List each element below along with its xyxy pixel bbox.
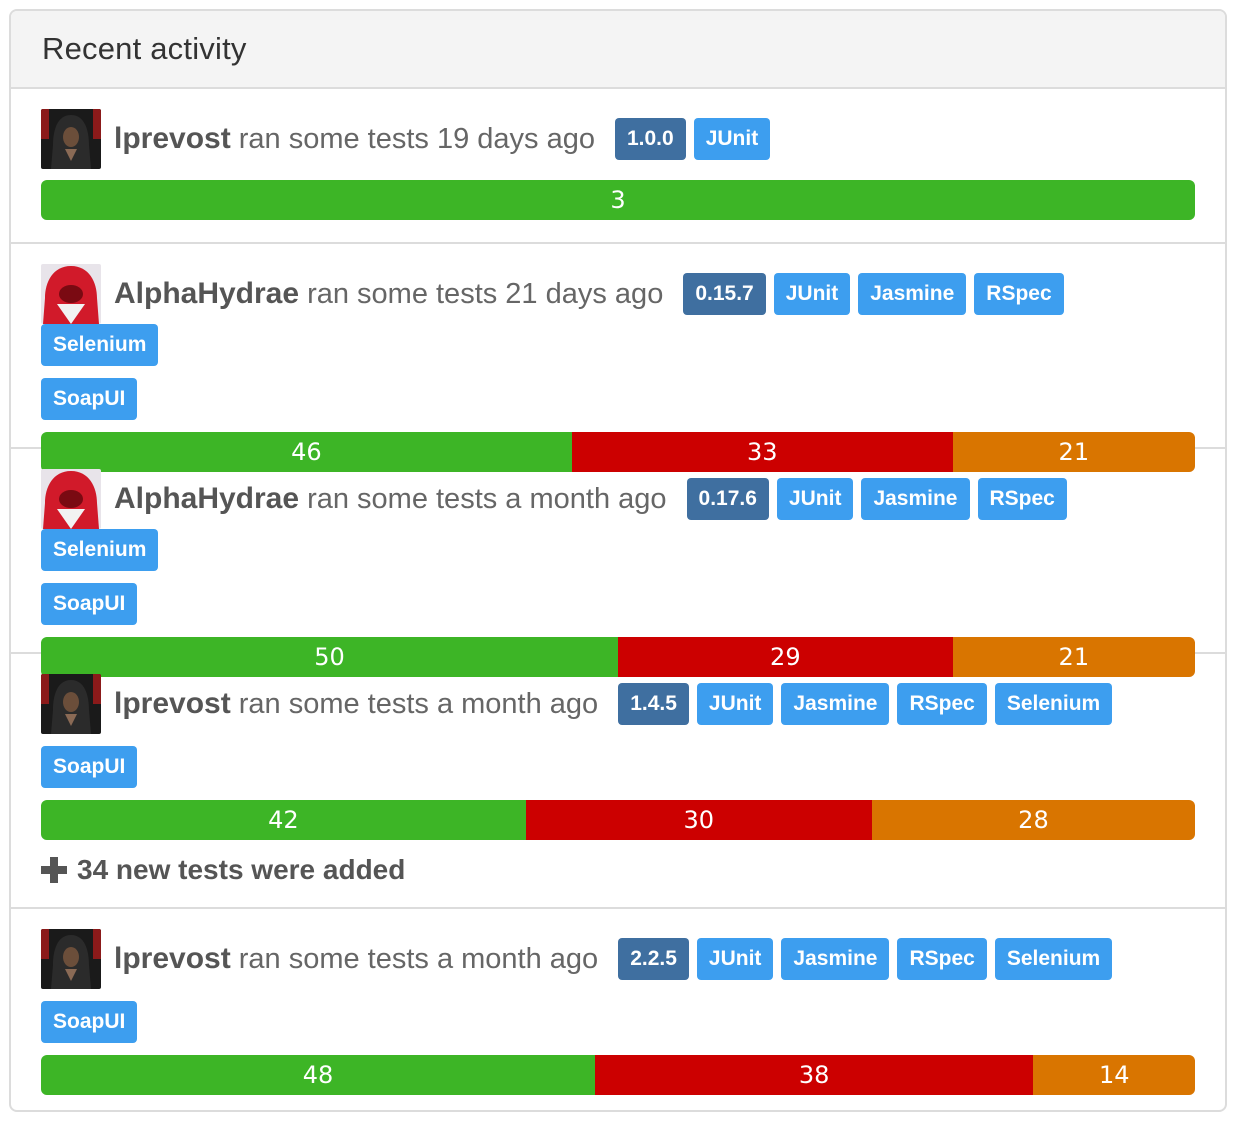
tag-badge[interactable]: RSpec bbox=[897, 938, 987, 980]
plus-icon bbox=[41, 857, 67, 883]
tag-badge[interactable]: Jasmine bbox=[858, 273, 967, 315]
panel-header: Recent activity bbox=[11, 11, 1225, 89]
skipped-segment[interactable]: 21 bbox=[952, 432, 1195, 472]
activity-header: AlphaHydrae ran some tests a month ago 0… bbox=[41, 469, 1195, 571]
activity-item: AlphaHydrae ran some tests a month ago 0… bbox=[11, 449, 1225, 677]
skipped-segment[interactable]: 28 bbox=[871, 800, 1195, 840]
passed-segment[interactable]: 48 bbox=[41, 1055, 595, 1095]
activity-action-text: ran some tests 19 days ago bbox=[238, 122, 595, 155]
new-tests-note-text: 34 new tests were added bbox=[77, 854, 406, 885]
failed-segment[interactable]: 30 bbox=[525, 800, 872, 840]
activity-action-text: ran some tests 21 days ago bbox=[307, 277, 664, 310]
test-results-bar: 3 bbox=[41, 180, 1195, 220]
tag-badge[interactable]: JUnit bbox=[776, 478, 854, 520]
activity-header: lprevost ran some tests a month ago 1.4.… bbox=[41, 674, 1195, 734]
activity-user-link[interactable]: AlphaHydrae bbox=[114, 277, 299, 311]
activity-item: lprevost ran some tests a month ago 1.4.… bbox=[11, 654, 1225, 909]
tag-badge[interactable]: Selenium bbox=[41, 529, 159, 571]
panel-title: Recent activity bbox=[42, 31, 247, 66]
tag-row: SoapUI bbox=[41, 746, 1195, 788]
tag-row: SoapUI bbox=[41, 583, 1195, 625]
activity-item: lprevost ran some tests 19 days ago 1.0.… bbox=[11, 89, 1225, 244]
tag-badge[interactable]: Jasmine bbox=[861, 478, 970, 520]
tag-badge[interactable]: JUnit bbox=[773, 273, 851, 315]
dark-hooded-figure-avatar[interactable] bbox=[41, 929, 101, 989]
activity-item: lprevost ran some tests a month ago 2.2.… bbox=[11, 909, 1225, 1110]
tag-badge[interactable]: RSpec bbox=[974, 273, 1064, 315]
tag-badge[interactable]: SoapUI bbox=[41, 378, 138, 420]
tag-row: SoapUI bbox=[41, 1001, 1195, 1043]
activity-action-text: ran some tests a month ago bbox=[238, 942, 599, 975]
skipped-segment[interactable]: 21 bbox=[952, 637, 1195, 677]
new-tests-note: 34 new tests were added bbox=[41, 854, 1195, 886]
tag-row: SoapUI bbox=[41, 378, 1195, 420]
failed-segment[interactable]: 29 bbox=[618, 637, 953, 677]
version-badge[interactable]: 1.4.5 bbox=[618, 683, 689, 725]
test-results-bar: 50 29 21 bbox=[41, 637, 1195, 677]
activity-user-link[interactable]: lprevost bbox=[114, 687, 231, 721]
tag-badge[interactable]: SoapUI bbox=[41, 1001, 138, 1043]
activity-action-text: ran some tests a month ago bbox=[307, 482, 667, 515]
version-badge[interactable]: 0.15.7 bbox=[683, 273, 766, 315]
activity-header: lprevost ran some tests 19 days ago 1.0.… bbox=[41, 109, 1195, 169]
skipped-segment[interactable]: 14 bbox=[1033, 1055, 1195, 1095]
tag-badge[interactable]: JUnit bbox=[693, 118, 771, 160]
tag-badge[interactable]: SoapUI bbox=[41, 583, 138, 625]
activity-header: lprevost ran some tests a month ago 2.2.… bbox=[41, 929, 1195, 989]
recent-activity-panel: Recent activity lprevost ran some tests … bbox=[9, 9, 1227, 1112]
activity-user-link[interactable]: lprevost bbox=[114, 942, 231, 976]
tag-badge[interactable]: JUnit bbox=[696, 683, 774, 725]
test-results-bar: 46 33 21 bbox=[41, 432, 1195, 472]
passed-segment[interactable]: 3 bbox=[41, 180, 1195, 220]
test-results-bar: 42 30 28 bbox=[41, 800, 1195, 840]
tag-badge[interactable]: JUnit bbox=[696, 938, 774, 980]
passed-segment[interactable]: 46 bbox=[41, 432, 572, 472]
red-hooded-figure-avatar[interactable] bbox=[41, 264, 101, 324]
tag-badge[interactable]: Selenium bbox=[994, 938, 1113, 980]
test-results-bar: 48 38 14 bbox=[41, 1055, 1195, 1095]
version-badge[interactable]: 2.2.5 bbox=[618, 938, 689, 980]
tag-badge[interactable]: Jasmine bbox=[781, 938, 890, 980]
failed-segment[interactable]: 38 bbox=[594, 1055, 1034, 1095]
activity-action-text: ran some tests a month ago bbox=[238, 687, 599, 720]
dark-hooded-figure-avatar[interactable] bbox=[41, 109, 101, 169]
activity-item: AlphaHydrae ran some tests 21 days ago 0… bbox=[11, 244, 1225, 472]
tag-badge[interactable]: Jasmine bbox=[781, 683, 890, 725]
version-badge[interactable]: 0.17.6 bbox=[686, 478, 769, 520]
tag-badge[interactable]: Selenium bbox=[41, 324, 159, 366]
activity-user-link[interactable]: AlphaHydrae bbox=[114, 482, 299, 516]
passed-segment[interactable]: 50 bbox=[41, 637, 618, 677]
failed-segment[interactable]: 33 bbox=[571, 432, 953, 472]
activity-user-link[interactable]: lprevost bbox=[114, 122, 231, 156]
activity-header: AlphaHydrae ran some tests 21 days ago 0… bbox=[41, 264, 1195, 366]
tag-badge[interactable]: RSpec bbox=[897, 683, 987, 725]
red-hooded-figure-avatar[interactable] bbox=[41, 469, 101, 529]
version-badge[interactable]: 1.0.0 bbox=[614, 118, 686, 160]
tag-badge[interactable]: SoapUI bbox=[41, 746, 138, 788]
tag-badge[interactable]: Selenium bbox=[994, 683, 1113, 725]
dark-hooded-figure-avatar[interactable] bbox=[41, 674, 101, 734]
tag-badge[interactable]: RSpec bbox=[977, 478, 1067, 520]
passed-segment[interactable]: 42 bbox=[41, 800, 526, 840]
